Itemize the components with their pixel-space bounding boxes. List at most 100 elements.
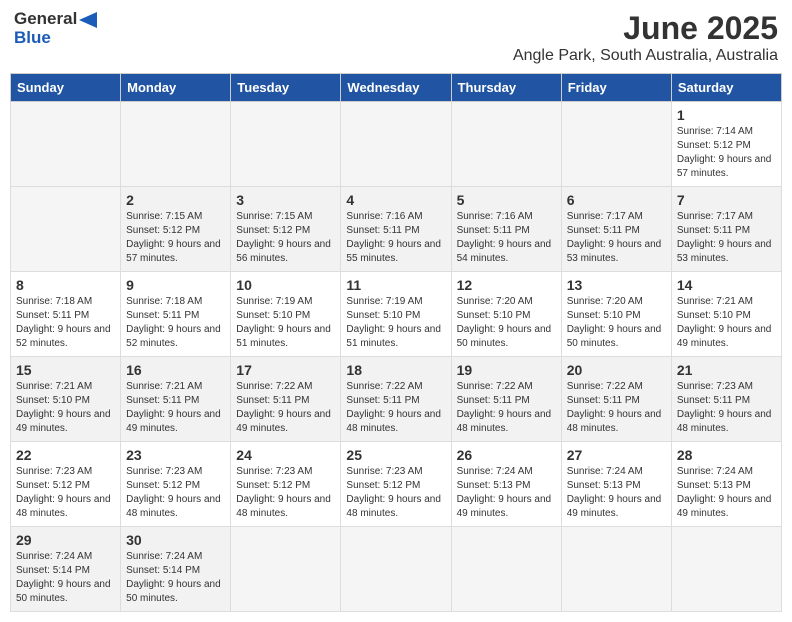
table-row: 23 Sunrise: 7:23 AM Sunset: 5:12 PM Dayl… (121, 442, 231, 527)
table-row: 28 Sunrise: 7:24 AM Sunset: 5:13 PM Dayl… (671, 442, 781, 527)
table-row: 18 Sunrise: 7:22 AM Sunset: 5:11 PM Dayl… (341, 357, 451, 442)
daylight-text: Daylight: 9 hours and 49 minutes. (236, 409, 331, 434)
daylight-text: Daylight: 9 hours and 49 minutes. (677, 494, 772, 519)
month-title: June 2025 (513, 10, 778, 47)
location-title: Angle Park, South Australia, Australia (513, 47, 778, 65)
table-row: 27 Sunrise: 7:24 AM Sunset: 5:13 PM Dayl… (561, 442, 671, 527)
table-row (671, 527, 781, 612)
day-number: 3 (236, 192, 335, 208)
daylight-text: Daylight: 9 hours and 50 minutes. (457, 324, 552, 349)
day-number: 12 (457, 277, 556, 293)
daylight-text: Daylight: 9 hours and 48 minutes. (126, 494, 221, 519)
sunset-text: Sunset: 5:10 PM (16, 395, 90, 406)
sunset-text: Sunset: 5:11 PM (457, 395, 530, 406)
day-number: 20 (567, 362, 666, 378)
table-row (561, 102, 671, 187)
table-row: 25 Sunrise: 7:23 AM Sunset: 5:12 PM Dayl… (341, 442, 451, 527)
table-row: 24 Sunrise: 7:23 AM Sunset: 5:12 PM Dayl… (231, 442, 341, 527)
daylight-text: Daylight: 9 hours and 48 minutes. (677, 409, 772, 434)
day-number: 30 (126, 532, 225, 548)
table-row: 9 Sunrise: 7:18 AM Sunset: 5:11 PM Dayli… (121, 272, 231, 357)
sunset-text: Sunset: 5:11 PM (677, 225, 750, 236)
day-number: 25 (346, 447, 445, 463)
daylight-text: Daylight: 9 hours and 51 minutes. (236, 324, 331, 349)
col-thursday: Thursday (451, 74, 561, 102)
table-row (231, 102, 341, 187)
day-number: 13 (567, 277, 666, 293)
day-info: Sunrise: 7:24 AM Sunset: 5:13 PM Dayligh… (677, 465, 776, 521)
table-row: 26 Sunrise: 7:24 AM Sunset: 5:13 PM Dayl… (451, 442, 561, 527)
table-row: 13 Sunrise: 7:20 AM Sunset: 5:10 PM Dayl… (561, 272, 671, 357)
sunrise-text: Sunrise: 7:23 AM (346, 466, 422, 477)
day-number: 24 (236, 447, 335, 463)
day-info: Sunrise: 7:21 AM Sunset: 5:10 PM Dayligh… (16, 380, 115, 436)
sunset-text: Sunset: 5:10 PM (457, 310, 531, 321)
day-info: Sunrise: 7:22 AM Sunset: 5:11 PM Dayligh… (236, 380, 335, 436)
daylight-text: Daylight: 9 hours and 48 minutes. (16, 494, 111, 519)
sunrise-text: Sunrise: 7:22 AM (567, 381, 643, 392)
sunrise-text: Sunrise: 7:15 AM (236, 211, 312, 222)
sunrise-text: Sunrise: 7:18 AM (126, 296, 202, 307)
sunset-text: Sunset: 5:11 PM (567, 225, 640, 236)
day-info: Sunrise: 7:23 AM Sunset: 5:11 PM Dayligh… (677, 380, 776, 436)
day-number: 27 (567, 447, 666, 463)
table-row (451, 527, 561, 612)
day-info: Sunrise: 7:24 AM Sunset: 5:13 PM Dayligh… (567, 465, 666, 521)
daylight-text: Daylight: 9 hours and 50 minutes. (126, 579, 221, 604)
sunrise-text: Sunrise: 7:19 AM (236, 296, 312, 307)
col-sunday: Sunday (11, 74, 121, 102)
sunset-text: Sunset: 5:14 PM (16, 565, 90, 576)
day-info: Sunrise: 7:24 AM Sunset: 5:14 PM Dayligh… (16, 550, 115, 606)
sunrise-text: Sunrise: 7:19 AM (346, 296, 422, 307)
sunset-text: Sunset: 5:11 PM (677, 395, 750, 406)
day-number: 4 (346, 192, 445, 208)
table-row: 4 Sunrise: 7:16 AM Sunset: 5:11 PM Dayli… (341, 187, 451, 272)
day-number: 6 (567, 192, 666, 208)
col-saturday: Saturday (671, 74, 781, 102)
sunset-text: Sunset: 5:11 PM (126, 310, 199, 321)
calendar-header-row: Sunday Monday Tuesday Wednesday Thursday… (11, 74, 782, 102)
sunset-text: Sunset: 5:11 PM (567, 395, 640, 406)
day-info: Sunrise: 7:14 AM Sunset: 5:12 PM Dayligh… (677, 125, 776, 181)
daylight-text: Daylight: 9 hours and 49 minutes. (567, 494, 662, 519)
day-info: Sunrise: 7:23 AM Sunset: 5:12 PM Dayligh… (16, 465, 115, 521)
daylight-text: Daylight: 9 hours and 50 minutes. (567, 324, 662, 349)
day-number: 26 (457, 447, 556, 463)
day-info: Sunrise: 7:18 AM Sunset: 5:11 PM Dayligh… (126, 295, 225, 351)
logo-general: General (14, 9, 77, 28)
sunrise-text: Sunrise: 7:21 AM (677, 296, 753, 307)
day-info: Sunrise: 7:16 AM Sunset: 5:11 PM Dayligh… (346, 210, 445, 266)
sunset-text: Sunset: 5:10 PM (677, 310, 751, 321)
sunset-text: Sunset: 5:12 PM (677, 140, 751, 151)
day-info: Sunrise: 7:23 AM Sunset: 5:12 PM Dayligh… (126, 465, 225, 521)
day-number: 5 (457, 192, 556, 208)
table-row (451, 102, 561, 187)
day-number: 28 (677, 447, 776, 463)
daylight-text: Daylight: 9 hours and 48 minutes. (236, 494, 331, 519)
sunrise-text: Sunrise: 7:18 AM (16, 296, 92, 307)
sunset-text: Sunset: 5:11 PM (346, 225, 419, 236)
sunrise-text: Sunrise: 7:20 AM (567, 296, 643, 307)
sunrise-text: Sunrise: 7:22 AM (236, 381, 312, 392)
sunrise-text: Sunrise: 7:24 AM (677, 466, 753, 477)
table-row (341, 527, 451, 612)
sunset-text: Sunset: 5:11 PM (126, 395, 199, 406)
table-row (231, 527, 341, 612)
day-number: 9 (126, 277, 225, 293)
col-monday: Monday (121, 74, 231, 102)
day-info: Sunrise: 7:20 AM Sunset: 5:10 PM Dayligh… (457, 295, 556, 351)
table-row: 10 Sunrise: 7:19 AM Sunset: 5:10 PM Dayl… (231, 272, 341, 357)
sunrise-text: Sunrise: 7:22 AM (457, 381, 533, 392)
daylight-text: Daylight: 9 hours and 51 minutes. (346, 324, 441, 349)
table-row: 20 Sunrise: 7:22 AM Sunset: 5:11 PM Dayl… (561, 357, 671, 442)
daylight-text: Daylight: 9 hours and 48 minutes. (346, 409, 441, 434)
sunrise-text: Sunrise: 7:23 AM (126, 466, 202, 477)
day-info: Sunrise: 7:19 AM Sunset: 5:10 PM Dayligh… (346, 295, 445, 351)
daylight-text: Daylight: 9 hours and 53 minutes. (567, 239, 662, 264)
table-row (341, 102, 451, 187)
daylight-text: Daylight: 9 hours and 53 minutes. (677, 239, 772, 264)
sunset-text: Sunset: 5:10 PM (346, 310, 420, 321)
table-row: 12 Sunrise: 7:20 AM Sunset: 5:10 PM Dayl… (451, 272, 561, 357)
day-info: Sunrise: 7:16 AM Sunset: 5:11 PM Dayligh… (457, 210, 556, 266)
sunrise-text: Sunrise: 7:14 AM (677, 126, 753, 137)
